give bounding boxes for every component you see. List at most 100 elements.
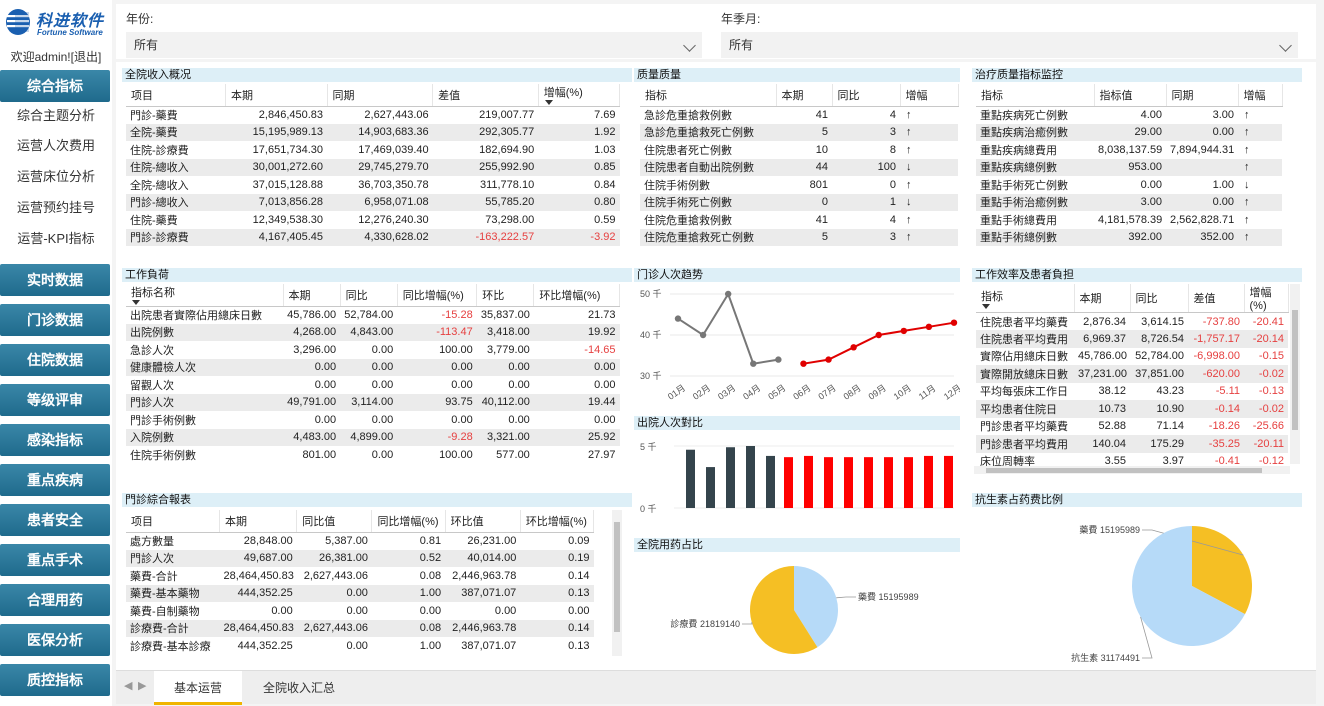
nav-outpatient[interactable]: 门诊数据 xyxy=(0,304,110,336)
column-header[interactable]: 项目 xyxy=(126,84,226,107)
nav-key-disease[interactable]: 重点疾病 xyxy=(0,464,110,496)
nav-infection[interactable]: 感染指标 xyxy=(0,424,110,456)
column-header[interactable]: 指标名称 xyxy=(126,284,284,307)
column-header[interactable]: 增幅 xyxy=(900,84,959,107)
sort-desc-icon[interactable] xyxy=(544,100,553,106)
nav-sub-theme-analysis[interactable]: 综合主题分析 xyxy=(0,100,112,131)
column-header[interactable]: 指标 xyxy=(976,84,1095,107)
table-row[interactable]: 實際開放總床日數 37,231.00 37,851.00 -620.00 -0.02 xyxy=(976,365,1288,383)
column-header[interactable]: 指标 xyxy=(976,284,1075,313)
nav-sub-visits-cost[interactable]: 运营人次费用 xyxy=(0,130,112,161)
column-header[interactable]: 本期 xyxy=(776,84,833,107)
table-row[interactable]: 實際佔用總床日數 45,786.00 52,784.00 -6,998.00 -0.15 xyxy=(976,348,1288,366)
nav-rational-drug[interactable]: 合理用药 xyxy=(0,584,110,616)
column-header[interactable]: 同期 xyxy=(1166,84,1239,107)
column-header[interactable]: 环比增幅(%) xyxy=(520,510,595,533)
table-row[interactable]: 住院患者自動出院例數 44 100 ↓ xyxy=(640,158,958,176)
column-header[interactable]: 同比值 xyxy=(296,510,373,533)
logout-link[interactable]: 退出 xyxy=(74,50,98,64)
table-row[interactable]: 重點手術死亡例數 0.00 1.00 ↓ xyxy=(976,176,1282,194)
table-row[interactable]: 全院-藥費 15,195,989.13 14,903,683.36 292,305.7… xyxy=(126,123,620,141)
efficiency-hscrollbar[interactable] xyxy=(974,466,1290,474)
table-row[interactable]: 門診患者平均費用 140.04 175.29 -35.25 -20.11 xyxy=(976,435,1288,453)
table-row[interactable]: 門診-藥費 2,846,450.83 2,627,443.06 219,007.77 7… xyxy=(126,106,620,124)
table-row[interactable]: 藥費-基本藥物 444,352.25 0.00 1.00 387,071.07 0.13 xyxy=(126,584,594,602)
column-header[interactable]: 增幅(%) xyxy=(538,84,621,107)
column-header[interactable]: 指标 xyxy=(640,84,777,107)
table-row[interactable]: 門診患者平均藥費 52.88 71.14 -18.26 -25.66 xyxy=(976,418,1288,436)
table-row[interactable]: 診療費-基本診療 444,352.25 0.00 1.00 387,071.07 0.13 xyxy=(126,637,594,655)
tab-income-summary[interactable]: 全院收入汇总 xyxy=(242,671,356,705)
table-row[interactable]: 住院手術死亡例數 0 1 ↓ xyxy=(640,193,958,211)
column-header[interactable]: 增幅 xyxy=(1238,84,1283,107)
table-row[interactable]: 重點疾病總例數 953.00 ↑ xyxy=(976,158,1282,176)
table-row[interactable]: 出院患者實際佔用總床日數 45,786.00 52,784.00 -15.28 35,8… xyxy=(126,306,620,324)
nav-inpatient[interactable]: 住院数据 xyxy=(0,344,110,376)
sort-desc-icon[interactable] xyxy=(982,303,990,309)
column-header[interactable]: 环比增幅(%) xyxy=(533,284,620,307)
column-header[interactable]: 本期 xyxy=(225,84,328,107)
table-row[interactable]: 全院-總收入 37,015,128.88 36,703,350.78 311,778.… xyxy=(126,176,620,194)
table-row[interactable]: 急診危重搶救例數 41 4 ↑ xyxy=(640,106,958,124)
table-row[interactable]: 住院手術例數 801 0 ↑ xyxy=(640,176,958,194)
table-row[interactable]: 住院患者平均費用 6,969.37 8,726.54 -1,757.17 -20.14 xyxy=(976,330,1288,348)
nav-sub-bed-analysis[interactable]: 运营床位分析 xyxy=(0,161,112,192)
year-select[interactable]: 所有 xyxy=(126,32,702,58)
nav-grade-review[interactable]: 等级评审 xyxy=(0,384,110,416)
tab-next-icon[interactable]: ▶ xyxy=(138,679,146,692)
table-row[interactable]: 重點手術治癒例數 3.00 0.00 ↑ xyxy=(976,193,1282,211)
efficiency-vscrollbar[interactable] xyxy=(1290,284,1300,464)
nav-key-surgery[interactable]: 重点手术 xyxy=(0,544,110,576)
table-row[interactable]: 住院-總收入 30,001,272.60 29,745,279.70 255,992.… xyxy=(126,158,620,176)
table-row[interactable]: 住院患者平均藥費 2,876.34 3,614.15 -737.80 -20.41 xyxy=(976,313,1288,331)
table-row[interactable]: 重點疾病治癒例數 29.00 0.00 ↑ xyxy=(976,123,1282,141)
table-row[interactable]: 重點手術總費用 4,181,578.39 2,562,828.71 ↑ xyxy=(976,211,1282,229)
table-row[interactable]: 住院-診療費 17,651,734.30 17,469,039.40 182,694.… xyxy=(126,141,620,159)
column-header[interactable]: 环比值 xyxy=(445,510,521,533)
table-row[interactable]: 住院-藥費 12,349,538.30 12,276,240.30 73,298.00… xyxy=(126,211,620,229)
nav-sub-appointment[interactable]: 运营预约挂号 xyxy=(0,192,112,223)
column-header[interactable]: 环比 xyxy=(476,284,535,307)
column-header[interactable]: 同比 xyxy=(340,284,398,307)
tab-basic-operation[interactable]: 基本运营 xyxy=(154,671,242,705)
column-header[interactable]: 本期 xyxy=(283,284,341,307)
column-header[interactable]: 同期 xyxy=(327,84,434,107)
table-row[interactable]: 出院例數 4,268.00 4,843.00 -113.47 3,418.00 19.92 xyxy=(126,323,620,341)
tab-prev-icon[interactable]: ◀ xyxy=(124,679,132,692)
table-row[interactable]: 入院例數 4,483.00 4,899.00 -9.28 3,321.00 25.92 xyxy=(126,428,620,446)
table-row[interactable]: 留觀人次 0.00 0.00 0.00 0.00 0.00 xyxy=(126,376,620,394)
table-row[interactable]: 住院危重搶救例數 41 4 ↑ xyxy=(640,211,958,229)
nav-sub-kpi[interactable]: 运营-KPI指标 xyxy=(0,223,112,254)
table-row[interactable]: 住院危重搶救死亡例數 5 3 ↑ xyxy=(640,228,958,246)
nav-quality-control[interactable]: 质控指标 xyxy=(0,664,110,696)
table-row[interactable]: 處方數量 28,848.00 5,387.00 0.81 26,231.00 0.09 xyxy=(126,532,594,550)
opreport-scrollbar[interactable] xyxy=(612,510,622,656)
table-row[interactable]: 重點疾病死亡例數 4.00 3.00 ↑ xyxy=(976,106,1282,124)
table-row[interactable]: 重點手術總例數 392.00 352.00 ↑ xyxy=(976,228,1282,246)
table-row[interactable]: 健康體檢人次 0.00 0.00 0.00 0.00 0.00 xyxy=(126,358,620,376)
scroll-thumb[interactable] xyxy=(614,522,620,632)
table-row[interactable]: 住院手術例數 801.00 0.00 100.00 577.00 27.97 xyxy=(126,446,620,464)
column-header[interactable]: 增幅(%) xyxy=(1244,284,1289,313)
column-header[interactable]: 本期 xyxy=(219,510,298,533)
column-header[interactable]: 同比 xyxy=(1130,284,1189,313)
column-header[interactable]: 指标值 xyxy=(1094,84,1167,107)
table-row[interactable]: 診療費-合計 28,464,450.83 2,627,443.06 0.08 2,446… xyxy=(126,619,594,637)
nav-realtime[interactable]: 实时数据 xyxy=(0,264,110,296)
column-header[interactable]: 同比增幅(%) xyxy=(397,284,478,307)
quarter-select[interactable]: 所有 xyxy=(721,32,1298,58)
table-row[interactable]: 急診危重搶救死亡例數 5 3 ↑ xyxy=(640,123,958,141)
table-row[interactable]: 門診-總收入 7,013,856.28 6,958,071.08 55,785.20 0… xyxy=(126,193,620,211)
scroll-thumb[interactable] xyxy=(1292,310,1298,430)
table-row[interactable]: 急診人次 3,296.00 0.00 100.00 3,779.00 -14.65 xyxy=(126,341,620,359)
column-header[interactable]: 本期 xyxy=(1074,284,1131,313)
table-row[interactable]: 重點疾病總費用 8,038,137.59 7,894,944.31 ↑ xyxy=(976,141,1282,159)
table-row[interactable]: 住院患者死亡例數 10 8 ↑ xyxy=(640,141,958,159)
table-row[interactable]: 門診人次 49,687.00 26,381.00 0.52 40,014.00 0.19 xyxy=(126,549,594,567)
table-row[interactable]: 門診手術例數 0.00 0.00 0.00 0.00 0.00 xyxy=(126,411,620,429)
table-row[interactable]: 藥費-合計 28,464,450.83 2,627,443.06 0.08 2,446,… xyxy=(126,567,594,585)
table-row[interactable]: 藥費-自制藥物 0.00 0.00 0.00 0.00 0.00 xyxy=(126,602,594,620)
column-header[interactable]: 差值 xyxy=(432,84,539,107)
table-row[interactable]: 平均每張床工作日 38.12 43.23 -5.11 -0.13 xyxy=(976,383,1288,401)
table-row[interactable]: 門診-診療費 4,167,405.45 4,330,628.02 -163,222.5… xyxy=(126,228,620,246)
